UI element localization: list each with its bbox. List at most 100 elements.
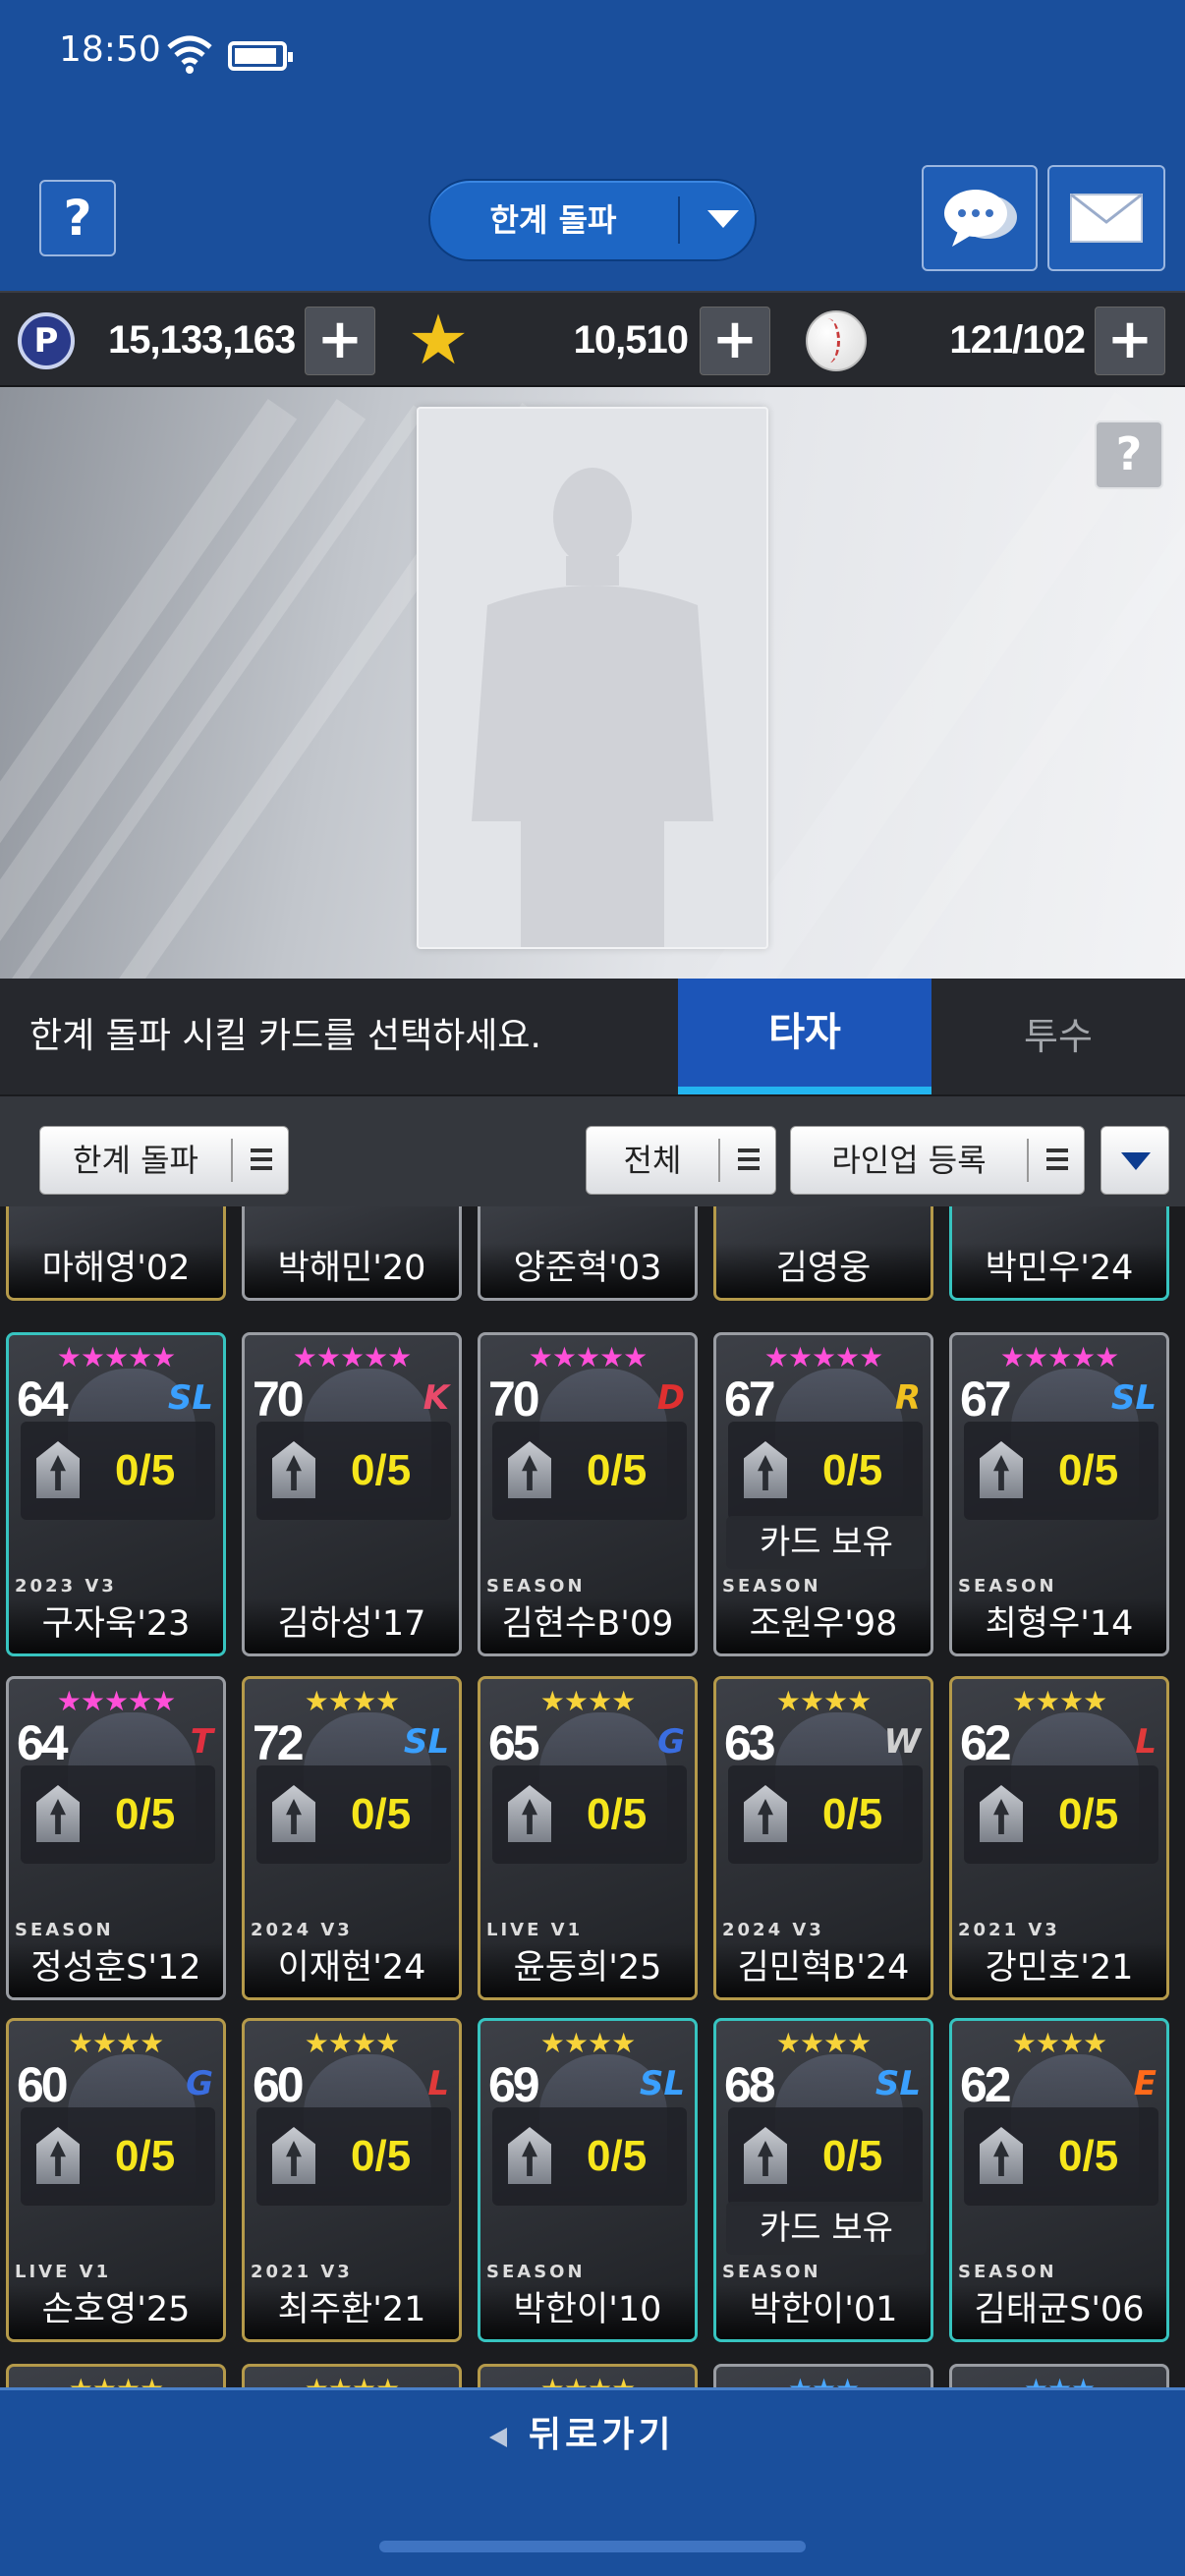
player-card[interactable]: ★★★★ [6, 2364, 226, 2387]
limit-break-status: 0/5 [964, 2107, 1158, 2206]
player-card[interactable]: ★★★★ [478, 2364, 698, 2387]
team-logo-icon: G [186, 2064, 213, 2103]
player-name: 최주환'21 [245, 2284, 459, 2339]
player-rating: 64 [17, 1715, 69, 1770]
star-rating: ★★★★★ [56, 1341, 177, 1373]
player-card[interactable]: ★★★★★ 67 R 0/5 카드 보유 SEASON 조원우'98 [713, 1332, 933, 1656]
chat-bubble-icon [944, 190, 1017, 247]
player-rating: 62 [960, 1715, 1012, 1770]
player-card[interactable]: ★★★★ 69 SL 0/5 SEASON 박한이'10 [478, 2018, 698, 2342]
limit-break-status: 0/5 [492, 1765, 687, 1864]
player-card[interactable]: ★★★★ 68 SL 0/5 카드 보유 SEASON 박한이'01 [713, 2018, 933, 2342]
all-filter-label: 전체 [623, 1142, 682, 1179]
points-icon: P [18, 312, 75, 369]
owned-badge: 카드 보유 [726, 2202, 927, 2255]
top-header: ? 한계 돌파 [0, 108, 1185, 291]
status-time: 18:50 [59, 29, 161, 70]
star-rating: ★★★★★ [292, 1341, 413, 1373]
back-button[interactable]: 뒤로가기 [472, 2408, 713, 2467]
limit-break-count: 0/5 [351, 2132, 412, 2180]
mode-dropdown-label: 한계 돌파 [489, 201, 617, 239]
chat-button[interactable] [922, 165, 1038, 271]
card-help-button[interactable]: ? [1095, 420, 1163, 489]
limit-break-filter[interactable]: 한계 돌파 [39, 1126, 289, 1195]
player-card[interactable]: ★★★ [949, 2364, 1169, 2387]
tab-batter[interactable]: 타자 [678, 979, 931, 1094]
team-logo-icon: SL [875, 2064, 921, 2103]
team-logo-icon: SL [639, 2064, 685, 2103]
limit-break-arrow-icon [980, 1441, 1023, 1498]
star-rating: ★★★★ [245, 2373, 459, 2387]
player-card[interactable]: ★★★★★ 64 T 0/5 SEASON 정성훈S'12 [6, 1676, 226, 2000]
player-name: 김하성'17 [245, 1598, 459, 1653]
add-balls-button[interactable]: + [1095, 307, 1165, 375]
mode-dropdown[interactable]: 한계 돌파 [428, 179, 757, 261]
player-card[interactable]: ★★★★★ 67 SL 0/5 SEASON 최형우'14 [949, 1332, 1169, 1656]
star-rating: ★★★★ [539, 1685, 636, 1717]
limit-break-count: 0/5 [115, 2132, 176, 2180]
player-rating: 72 [253, 1715, 305, 1770]
limit-break-status: 0/5 [728, 1422, 923, 1520]
player-name: 강민호'21 [952, 1942, 1166, 1997]
player-card[interactable]: ★★★★★ 70 K 0/5 김하성'17 [242, 1332, 462, 1656]
star-rating: ★★★★ [539, 2027, 636, 2059]
star-rating: ★★★★★ [56, 1685, 177, 1717]
team-logo-icon: SL [403, 1722, 449, 1762]
player-card[interactable]: 양준혁'03 [478, 1206, 698, 1301]
back-button-label: 뒤로가기 [529, 2415, 675, 2455]
player-name: 박한이'01 [716, 2284, 931, 2339]
player-card[interactable]: ★★★ [713, 2364, 933, 2387]
limit-break-arrow-icon [508, 1441, 551, 1498]
balls-value: 121/102 [949, 318, 1086, 362]
player-name: 조원우'98 [716, 1598, 931, 1653]
player-card[interactable]: ★★★★ 60 G 0/5 LIVE V1 손호영'25 [6, 2018, 226, 2342]
player-card[interactable]: 김영웅 [713, 1206, 933, 1301]
player-rating: 63 [724, 1715, 776, 1770]
add-stars-button[interactable]: + [700, 307, 770, 375]
player-card[interactable]: 박민우'24 [949, 1206, 1169, 1301]
team-logo-icon: E [1133, 2064, 1157, 2103]
limit-break-count: 0/5 [587, 1790, 648, 1838]
player-card[interactable]: ★★★★★ 70 D 0/5 SEASON 김현수B'09 [478, 1332, 698, 1656]
all-filter[interactable]: 전체 [586, 1126, 776, 1195]
player-card[interactable]: ★★★★ 60 L 0/5 2021 V3 최주환'21 [242, 2018, 462, 2342]
points-value: 15,133,163 [108, 318, 296, 362]
mail-button[interactable] [1047, 165, 1165, 271]
limit-break-filter-label: 한계 돌파 [73, 1142, 198, 1179]
player-card[interactable]: ★★★★ 63 W 0/5 2024 V3 김민혁B'24 [713, 1676, 933, 2000]
card-grid: 마해영'02 박해민'20 양준혁'03 김영웅 박민우'24 ★★★★★ 64 SL 0/5 2… [0, 1206, 1185, 2387]
help-button[interactable]: ? [39, 180, 116, 256]
player-card[interactable]: ★★★★ 72 SL 0/5 2024 V3 이재현'24 [242, 1676, 462, 2000]
player-card[interactable]: ★★★★ 65 G 0/5 LIVE V1 윤동희'25 [478, 1676, 698, 2000]
star-rating: ★★★★ [304, 2027, 400, 2059]
team-logo-icon: G [657, 1722, 685, 1762]
player-name: 박민우'24 [952, 1243, 1166, 1298]
limit-break-count: 0/5 [587, 1446, 648, 1494]
limit-break-status: 0/5 [21, 1765, 215, 1864]
tab-pitcher[interactable]: 투수 [931, 979, 1185, 1094]
empty-card-slot[interactable] [417, 407, 768, 949]
limit-break-arrow-icon [272, 1785, 315, 1842]
sort-order-toggle[interactable] [1100, 1126, 1169, 1195]
limit-break-count: 0/5 [822, 2132, 883, 2180]
season-tag: 2021 V3 [958, 1920, 1060, 1940]
player-card[interactable]: ★★★★★ 64 SL 0/5 2023 V3 구자욱'23 [6, 1332, 226, 1656]
limit-break-arrow-icon [36, 2127, 80, 2184]
player-silhouette-icon [472, 468, 713, 947]
home-indicator[interactable] [379, 2541, 806, 2552]
player-card[interactable]: 박해민'20 [242, 1206, 462, 1301]
season-tag: SEASON [486, 1576, 586, 1596]
player-name: 김민혁B'24 [716, 1942, 931, 1997]
player-card[interactable]: ★★★★ [242, 2364, 462, 2387]
star-rating: ★★★★ [9, 2373, 223, 2387]
limit-break-arrow-icon [744, 1785, 787, 1842]
status-bar: 18:50 [0, 0, 1185, 108]
add-points-button[interactable]: + [305, 307, 375, 375]
limit-break-count: 0/5 [1058, 2132, 1119, 2180]
player-card[interactable]: ★★★★ 62 E 0/5 SEASON 김태균S'06 [949, 2018, 1169, 2342]
lineup-filter[interactable]: 라인업 등록 [790, 1126, 1085, 1195]
player-card[interactable]: ★★★★ 62 L 0/5 2021 V3 강민호'21 [949, 1676, 1169, 2000]
menu-icon [1046, 1148, 1068, 1170]
player-card[interactable]: 마해영'02 [6, 1206, 226, 1301]
season-tag: SEASON [722, 2262, 821, 2282]
